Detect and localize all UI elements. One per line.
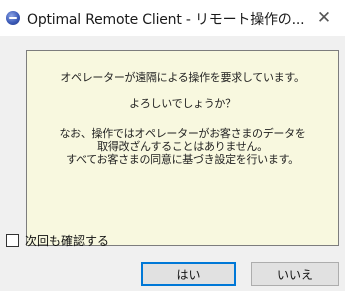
message-line-note-3: すべてお客さまの同意に基づき設定を行います。 xyxy=(66,153,299,166)
message-panel: オペレーターが遠隔による操作を要求しています。 よろしいでしょうか？ なお、操作… xyxy=(26,50,339,246)
confirm-next-time-checkbox[interactable] xyxy=(6,233,19,247)
message-line-question: よろしいでしょうか？ xyxy=(129,97,236,110)
confirm-next-time-label[interactable]: 次回も確認する xyxy=(25,232,109,249)
close-button[interactable]: ✕ xyxy=(303,0,345,36)
app-globe-icon xyxy=(6,11,20,25)
confirm-next-time-row[interactable]: 次回も確認する xyxy=(6,232,109,248)
title-bar: Optimal Remote Client - リモート操作の... ✕ xyxy=(0,0,345,36)
no-button[interactable]: いいえ xyxy=(251,262,339,286)
message-line-request: オペレーターが遠隔による操作を要求しています。 xyxy=(60,71,305,84)
window-title: Optimal Remote Client - リモート操作の... xyxy=(27,12,305,28)
yes-button[interactable]: はい xyxy=(141,262,236,286)
